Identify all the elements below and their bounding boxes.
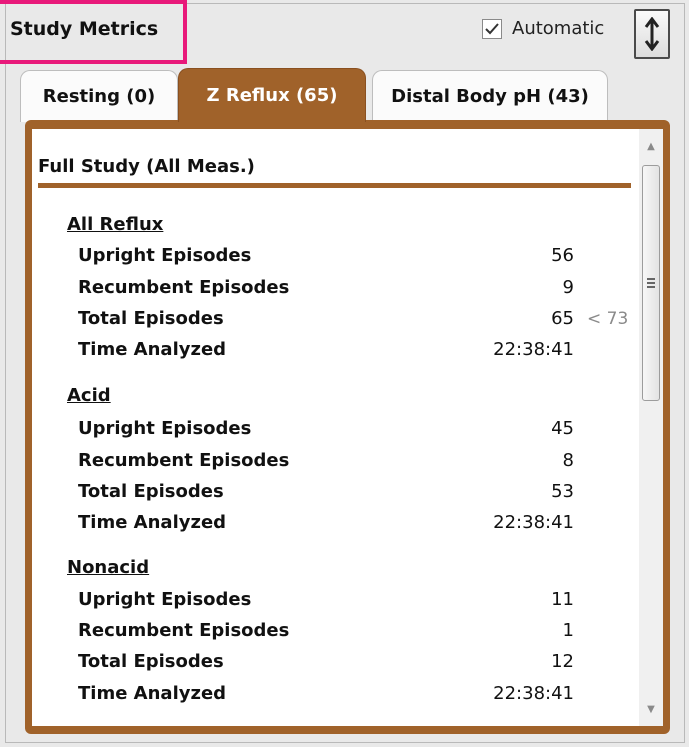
row-value: 22:38:41 [493,512,574,533]
row-value: 53 [551,481,574,502]
group-title-acid: Acid [67,385,111,406]
vertical-scrollbar[interactable]: ▲ ▼ [639,129,663,726]
row-limit: < 73 [587,309,629,329]
scroll-up-arrow-icon[interactable]: ▲ [639,135,663,157]
section-divider [38,183,631,188]
row-label: Time Analyzed [78,339,227,360]
section-title: Full Study (All Meas.) [38,156,255,177]
tab-label: Resting (0) [42,86,156,107]
grip-icon [647,278,655,288]
metrics-content: Full Study (All Meas.) All Reflux Uprigh… [32,129,639,726]
scroll-down-arrow-icon[interactable]: ▼ [639,698,663,720]
row-label: Recumbent Episodes [78,450,290,471]
row-value: 9 [562,277,574,298]
row-label: Total Episodes [78,481,224,502]
row-value: 8 [562,450,574,471]
automatic-label: Automatic [512,18,605,39]
row-label: Upright Episodes [78,418,252,439]
row-label: Upright Episodes [78,589,252,610]
tab-resting[interactable]: Resting (0) [20,70,178,122]
tab-z-reflux[interactable]: Z Reflux (65) [178,68,366,122]
row-value: 22:38:41 [493,683,574,704]
row-label: Total Episodes [78,651,224,672]
row-value: 65 [551,308,574,329]
expand-button[interactable] [634,9,670,59]
group-title-all-reflux: All Reflux [67,214,164,235]
tab-label: Z Reflux (65) [206,85,338,106]
tab-label: Distal Body pH (43) [391,86,589,107]
row-label: Upright Episodes [78,245,252,266]
row-value: 1 [562,620,574,641]
checkmark-icon [485,22,499,34]
row-value: 11 [551,589,574,610]
group-title-nonacid: Nonacid [67,557,150,578]
row-label: Time Analyzed [78,512,227,533]
automatic-toggle[interactable]: Automatic [482,18,604,39]
vertical-expand-icon [644,17,660,51]
row-label: Total Episodes [78,308,224,329]
study-metrics-panel: Study Metrics Automatic Resting (0) Dist… [0,0,689,747]
row-label: Recumbent Episodes [78,277,290,298]
tab-distal-body-ph[interactable]: Distal Body pH (43) [372,70,608,122]
automatic-checkbox[interactable] [482,18,502,39]
row-value: 56 [551,245,574,266]
row-label: Time Analyzed [78,683,227,704]
row-label: Recumbent Episodes [78,620,290,641]
scroll-thumb[interactable] [642,165,660,401]
row-value: 12 [551,651,574,672]
panel-title: Study Metrics [10,18,159,40]
row-value: 22:38:41 [493,339,574,360]
row-value: 45 [551,418,574,439]
